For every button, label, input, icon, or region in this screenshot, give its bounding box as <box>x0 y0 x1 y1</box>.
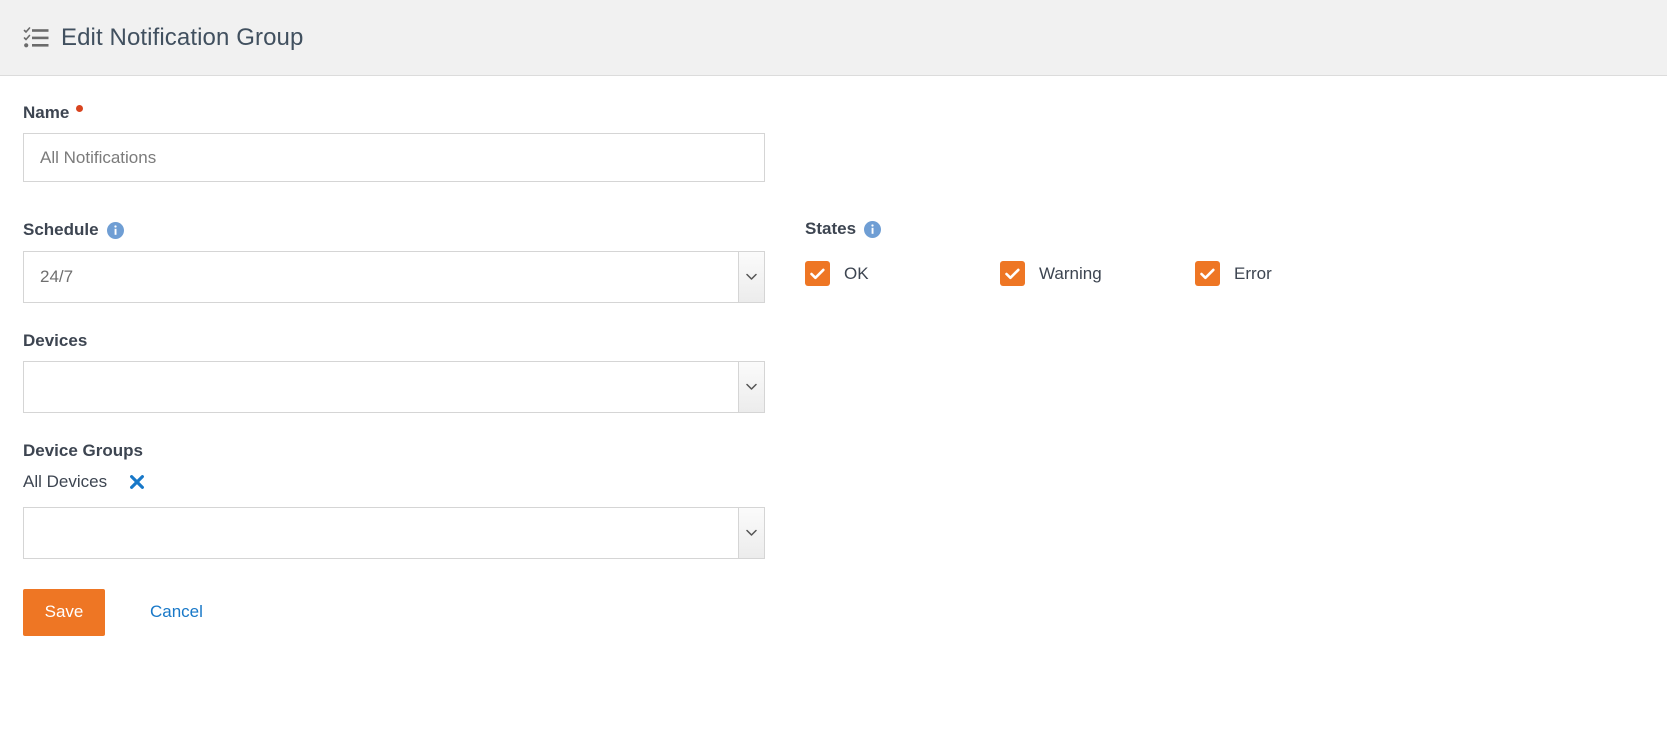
info-icon[interactable] <box>106 222 124 240</box>
close-x-icon[interactable] <box>129 474 145 490</box>
device-groups-label-text: Device Groups <box>23 441 143 461</box>
schedule-label-text: Schedule <box>23 220 99 240</box>
device-group-chip-label: All Devices <box>23 471 108 491</box>
right-column: States OK Warning Error <box>805 219 1565 287</box>
info-icon[interactable] <box>864 220 882 238</box>
required-indicator-icon <box>76 104 84 112</box>
state-checkbox-warning[interactable]: Warning <box>1000 261 1195 287</box>
checkbox-checked-icon[interactable] <box>1000 261 1025 287</box>
devices-label: Devices <box>23 331 765 351</box>
states-label-text: States <box>805 219 857 238</box>
schedule-select[interactable]: 24/7 <box>23 250 765 303</box>
chevron-down-icon[interactable] <box>738 507 764 558</box>
device-groups-label: Device Groups <box>23 441 765 461</box>
page-title: Edit Notification Group <box>61 23 304 51</box>
save-button[interactable]: Save <box>23 588 105 636</box>
left-column: Name Schedule 24/7 <box>23 103 765 636</box>
schedule-label: Schedule <box>23 220 765 240</box>
schedule-select-value: 24/7 <box>40 266 74 286</box>
name-input[interactable] <box>23 133 765 183</box>
checklist-icon <box>23 26 49 49</box>
state-checkbox-error[interactable]: Error <box>1195 261 1272 287</box>
device-groups-select-value <box>24 508 738 558</box>
checkbox-checked-icon[interactable] <box>1195 261 1220 287</box>
devices-label-text: Devices <box>23 330 88 350</box>
state-label: Error <box>1234 263 1272 283</box>
devices-select-value <box>24 362 738 412</box>
name-label-text: Name <box>23 103 70 122</box>
devices-select[interactable] <box>23 361 765 414</box>
states-checkbox-group: OK Warning Error <box>805 261 1565 287</box>
state-label: Warning <box>1039 263 1102 283</box>
form-content: Name Schedule 24/7 <box>0 76 1667 731</box>
page-header: Edit Notification Group <box>0 0 1667 76</box>
chevron-down-icon[interactable] <box>738 251 764 302</box>
checkbox-checked-icon[interactable] <box>805 261 830 287</box>
chevron-down-icon[interactable] <box>738 362 764 413</box>
name-label: Name <box>23 103 765 123</box>
device-group-chip: All Devices <box>23 472 765 492</box>
cancel-button[interactable]: Cancel <box>150 602 203 622</box>
form-actions: Save Cancel <box>23 588 765 636</box>
state-checkbox-ok[interactable]: OK <box>805 261 1000 287</box>
state-label: OK <box>844 263 869 283</box>
states-label: States <box>805 219 1565 239</box>
device-groups-select[interactable] <box>23 506 765 559</box>
